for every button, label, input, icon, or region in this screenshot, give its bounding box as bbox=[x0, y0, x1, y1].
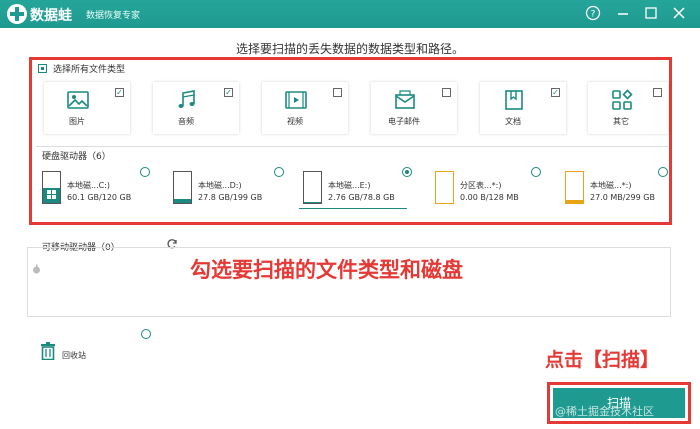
filetype-card-audio[interactable]: 音频 ✓ bbox=[153, 82, 239, 134]
select-all-checkbox[interactable] bbox=[38, 64, 47, 73]
filetype-label: 图片 bbox=[69, 117, 85, 126]
page-prompt: 选择要扫描的丢失数据的数据类型和路径。 bbox=[235, 42, 464, 56]
filetype-checkbox[interactable] bbox=[442, 88, 451, 97]
close-icon[interactable] bbox=[670, 5, 688, 23]
trash-icon[interactable] bbox=[40, 342, 56, 360]
recycle-bin-radio[interactable] bbox=[141, 329, 151, 339]
select-all-label: 选择所有文件类型 bbox=[53, 65, 126, 75]
filetype-card-email[interactable]: 电子邮件 bbox=[371, 82, 457, 134]
drive-radio-d[interactable] bbox=[274, 167, 284, 177]
drive-usage-icon bbox=[42, 171, 61, 204]
drive-size: 0.00 B/128 MB bbox=[460, 193, 519, 202]
drive-size: 27.8 GB/199 GB bbox=[198, 193, 263, 202]
filetype-checkbox[interactable]: ✓ bbox=[224, 88, 233, 97]
document-icon bbox=[505, 90, 523, 110]
drive-radio-e[interactable] bbox=[402, 167, 412, 177]
filetype-label: 文档 bbox=[505, 117, 521, 126]
drive-radio-local[interactable] bbox=[658, 167, 668, 177]
filetype-card-video[interactable]: 视频 bbox=[262, 82, 348, 134]
drive-size: 2.76 GB/78.8 GB bbox=[328, 193, 395, 202]
drive-radio-c[interactable] bbox=[140, 167, 150, 177]
drive-item-e[interactable]: 本地磁...E:) 2.76 GB/78.8 GB bbox=[303, 170, 415, 210]
recycle-bin-label: 回收站 bbox=[62, 351, 86, 360]
other-icon bbox=[612, 89, 633, 110]
svg-text:?: ? bbox=[591, 10, 596, 20]
video-icon bbox=[285, 91, 307, 109]
app-logo-icon bbox=[7, 4, 27, 24]
drive-name: 本地磁...C:) bbox=[67, 181, 111, 190]
image-icon bbox=[67, 91, 89, 109]
annotation-main: 勾选要扫描的文件类型和磁盘 bbox=[190, 258, 463, 282]
filetype-card-document[interactable]: 文档 ✓ bbox=[480, 82, 566, 134]
help-icon[interactable]: ? bbox=[584, 5, 602, 23]
drive-item-partition[interactable]: 分区表...*:) 0.00 B/128 MB bbox=[435, 170, 547, 210]
app-name: 数据蛙 bbox=[30, 8, 72, 24]
windows-icon bbox=[47, 190, 56, 199]
watermark: @稀土掘金技术社区 bbox=[555, 405, 654, 418]
drive-size: 60.1 GB/120 GB bbox=[67, 193, 132, 202]
apple-icon bbox=[33, 264, 40, 274]
drive-name: 本地磁...*:) bbox=[590, 181, 632, 190]
filetype-label: 其它 bbox=[613, 117, 629, 126]
filetype-checkbox[interactable]: ✓ bbox=[115, 88, 124, 97]
drive-usage-icon bbox=[173, 171, 192, 204]
filetype-label: 视频 bbox=[287, 117, 303, 126]
filetype-checkbox[interactable] bbox=[653, 88, 662, 97]
app-subtitle: 数据恢复专家 bbox=[86, 11, 141, 21]
annotation-scan: 点击【扫描】 bbox=[545, 349, 660, 371]
drive-radio-partition[interactable] bbox=[531, 167, 541, 177]
filetype-card-other[interactable]: 其它 bbox=[588, 82, 668, 134]
drive-name: 分区表...*:) bbox=[460, 181, 502, 190]
filetype-checkbox[interactable] bbox=[333, 88, 342, 97]
music-icon bbox=[178, 90, 195, 108]
drive-item-c[interactable]: 本地磁...C:) 60.1 GB/120 GB bbox=[42, 170, 154, 210]
filetype-card-image[interactable]: 图片 ✓ bbox=[44, 82, 130, 134]
selected-drive-underline bbox=[299, 208, 407, 209]
drive-usage-icon bbox=[565, 171, 584, 204]
drive-item-d[interactable]: 本地磁...D:) 27.8 GB/199 GB bbox=[173, 170, 285, 210]
maximize-icon[interactable] bbox=[642, 5, 660, 23]
title-bar: 数据蛙 数据恢复专家 ? bbox=[0, 0, 700, 28]
drive-size: 27.0 MB/299 GB bbox=[590, 193, 655, 202]
select-all-filetypes[interactable]: 选择所有文件类型 bbox=[38, 62, 125, 75]
drive-name: 本地磁...D:) bbox=[198, 181, 242, 190]
drive-usage-icon bbox=[435, 171, 454, 204]
filetype-checkbox[interactable]: ✓ bbox=[551, 88, 560, 97]
filetype-label: 电子邮件 bbox=[388, 117, 420, 126]
filetype-label: 音频 bbox=[178, 117, 194, 126]
drive-name: 本地磁...E:) bbox=[328, 181, 371, 190]
drive-usage-icon bbox=[303, 171, 322, 204]
divider bbox=[36, 146, 668, 147]
mail-icon bbox=[395, 90, 415, 109]
minimize-icon[interactable] bbox=[614, 5, 632, 23]
hard-drives-label: 硬盘驱动器（6） bbox=[42, 152, 111, 162]
